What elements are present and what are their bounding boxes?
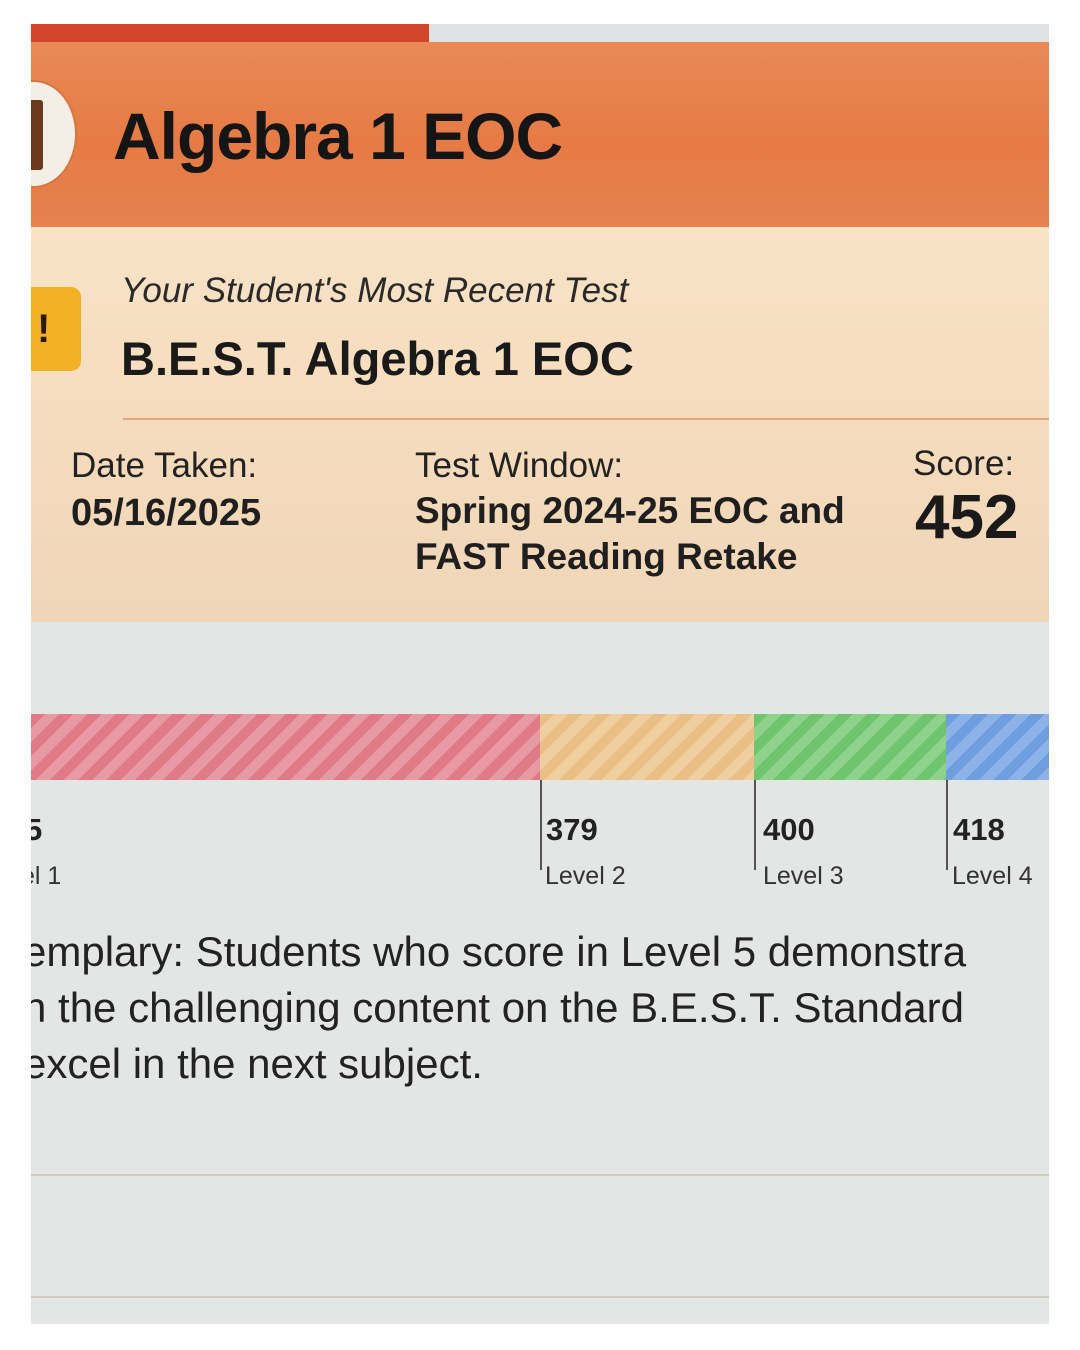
- recent-test-section: ! Your Student's Most Recent Test B.E.S.…: [31, 227, 1049, 420]
- level-4-tick: [946, 780, 948, 870]
- recent-test-name: B.E.S.T. Algebra 1 EOC: [121, 332, 634, 385]
- recent-test-subtitle: Your Student's Most Recent Test: [121, 271, 629, 310]
- report-screen: Algebra 1 EOC ! Your Student's Most Rece…: [31, 24, 1049, 1324]
- alert-icon: !: [37, 307, 51, 351]
- level-description-line: excel in the next subject.: [31, 1040, 483, 1087]
- level-description-line: h the challenging content on the B.E.S.T…: [31, 984, 964, 1031]
- level-3-tick: [754, 780, 756, 870]
- level-2-band: [540, 714, 754, 780]
- level-description-line: emplary: Students who score in Level 5 d…: [31, 928, 967, 975]
- alert-badge[interactable]: !: [31, 287, 81, 371]
- section-divider: [31, 1174, 1049, 1176]
- subject-icon-mark: [31, 100, 43, 170]
- level-1-cut-score: 5: [31, 812, 43, 847]
- level-1-name: el 1: [31, 862, 62, 890]
- test-window-value-line2: FAST Reading Retake: [415, 536, 798, 577]
- top-strip-accent: [31, 24, 429, 42]
- level-3-band: [754, 714, 946, 780]
- test-window-value-line1: Spring 2024-25 EOC and: [415, 490, 845, 531]
- subject-header: Algebra 1 EOC: [31, 42, 1049, 227]
- level-1-band: [31, 714, 540, 780]
- level-4-band: [946, 714, 1049, 780]
- page-title: Algebra 1 EOC: [113, 99, 563, 173]
- subject-icon: [31, 80, 77, 188]
- achievement-level-scale: 5 el 1 379 Level 2 400 Level 3 418 Level…: [31, 714, 1049, 904]
- score-label: Score:: [913, 444, 1015, 483]
- section-divider: [31, 1296, 1049, 1298]
- level-4-name: Level 4: [952, 862, 1033, 890]
- date-taken-value: 05/16/2025: [71, 492, 262, 534]
- level-2-tick: [540, 780, 542, 870]
- level-3-cut-score: 400: [763, 812, 815, 847]
- test-window-label: Test Window:: [415, 446, 624, 485]
- date-taken-label: Date Taken:: [71, 446, 258, 485]
- level-2-name: Level 2: [545, 862, 626, 890]
- top-progress-strip: [31, 24, 1049, 42]
- level-description: emplary: Students who score in Level 5 d…: [31, 924, 1049, 1092]
- test-details: Date Taken: 05/16/2025 Test Window: Spri…: [31, 420, 1049, 622]
- level-2-cut-score: 379: [546, 812, 598, 847]
- level-3-name: Level 3: [763, 862, 844, 890]
- score-value: 452: [915, 483, 1019, 552]
- level-4-cut-score: 418: [953, 812, 1005, 847]
